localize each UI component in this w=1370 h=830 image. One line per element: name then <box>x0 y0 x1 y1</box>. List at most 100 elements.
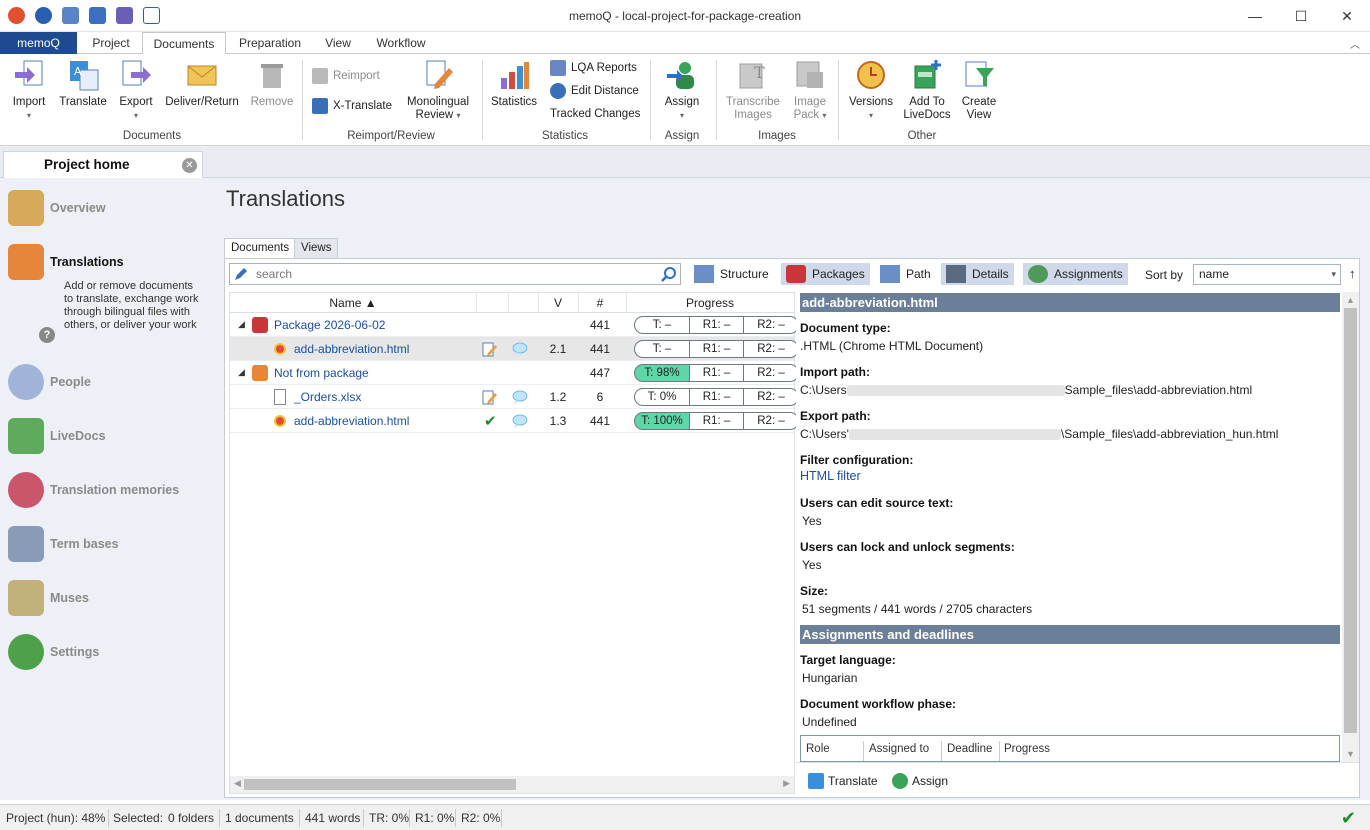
sidebar-item-translation-memories[interactable]: Translation memories <box>8 472 179 508</box>
row-count: 441 <box>589 318 611 332</box>
structure-toggle[interactable]: Structure <box>689 263 774 285</box>
footer-assign-button[interactable]: Assign <box>892 773 948 789</box>
sidebar-item-translations[interactable]: Translations <box>8 244 124 280</box>
details-toggle[interactable]: Details <box>941 263 1014 285</box>
sidebar-item-overview[interactable]: Overview <box>8 190 106 226</box>
ribbon: Import ▾ A Translate Export ▾ Deliver/Re… <box>0 54 1370 146</box>
scroll-right-icon[interactable]: ▶ <box>783 778 790 789</box>
translate-icon <box>808 773 824 789</box>
horizontal-scrollbar[interactable]: ◀ ▶ <box>230 776 794 793</box>
packages-icon <box>786 265 806 283</box>
deliver-return-button[interactable]: Deliver/Return <box>162 58 242 109</box>
bar-chart-icon <box>501 62 529 89</box>
tab-workflow[interactable]: Workflow <box>368 32 434 54</box>
tab-documents[interactable]: Documents <box>142 32 226 55</box>
status-words: 441 words <box>305 811 361 825</box>
minimize-button[interactable]: — <box>1232 0 1278 32</box>
status-documents: 1 documents <box>225 811 294 825</box>
filter-config-link[interactable]: HTML filter <box>800 469 861 483</box>
sidebar-item-livedocs[interactable]: LiveDocs <box>8 418 106 454</box>
translate-button[interactable]: A Translate <box>56 58 110 109</box>
tab-project-home[interactable]: Project home ✕ <box>3 151 203 179</box>
table-row[interactable]: _Orders.xlsx 1.2 6 T: 0% R1: – R2: – <box>230 385 799 409</box>
column-header-count[interactable]: # <box>580 296 620 310</box>
doc-type-value: .HTML (Chrome HTML Document) <box>800 339 984 353</box>
expand-toggle-icon[interactable]: ◢ <box>238 367 245 378</box>
target-language-value: Hungarian <box>802 671 858 685</box>
tracked-changes-button[interactable]: Tracked Changes <box>550 104 640 124</box>
statistics-button[interactable]: Statistics <box>488 58 540 109</box>
vertical-scrollbar[interactable]: ▲ ▼ <box>1342 292 1359 762</box>
expand-toggle-icon[interactable]: ◢ <box>238 319 245 330</box>
monolingual-review-button[interactable]: Monolingual Review ▾ <box>400 58 476 122</box>
transcribe-images-button[interactable]: T Transcribe Images <box>722 58 784 122</box>
lqa-reports-button[interactable]: LQA Reports <box>550 58 637 78</box>
tab-preparation[interactable]: Preparation <box>232 32 308 54</box>
scrollbar-thumb[interactable] <box>244 779 516 790</box>
reimport-button[interactable]: Reimport <box>312 66 380 86</box>
image-pack-button[interactable]: Image Pack ▾ <box>788 58 832 122</box>
remove-button[interactable]: Remove <box>248 58 296 109</box>
export-button[interactable]: Export ▾ <box>114 58 158 122</box>
chrome-html-icon <box>274 343 286 355</box>
scroll-up-icon[interactable]: ▲ <box>1346 295 1355 305</box>
table-row[interactable]: ◢ Package 2026-06-02 441 T: – R1: – R2: … <box>230 313 799 337</box>
svg-text:A: A <box>74 65 82 78</box>
search-icon[interactable] <box>660 266 677 283</box>
sidebar-item-term-bases[interactable]: Term bases <box>8 526 119 562</box>
translation-memories-icon <box>8 472 44 508</box>
group-label-reimport-review: Reimport/Review <box>347 130 435 142</box>
versions-button[interactable]: Versions ▾ <box>846 58 896 122</box>
path-toggle[interactable]: Path <box>875 263 936 285</box>
add-to-livedocs-button[interactable]: Add To LiveDocs <box>902 58 952 122</box>
table-row[interactable]: add-abbreviation.html ✔ 1.3 441 T: 100% … <box>230 409 799 433</box>
x-translate-button[interactable]: X-Translate <box>312 96 392 116</box>
close-tab-icon[interactable]: ✕ <box>182 158 197 173</box>
comment-icon <box>512 390 528 404</box>
table-row[interactable]: add-abbreviation.html 2.1 441 T: – R1: –… <box>230 337 799 361</box>
maximize-button[interactable]: ☐ <box>1278 0 1324 32</box>
search-input[interactable] <box>256 266 646 282</box>
sidebar-item-settings[interactable]: Settings <box>8 634 99 670</box>
create-view-button[interactable]: Create View <box>956 58 1002 122</box>
group-label-assign: Assign <box>664 130 700 142</box>
sidebar-item-people[interactable]: People <box>8 364 91 400</box>
edit-distance-icon <box>550 83 566 99</box>
footer-translate-button[interactable]: Translate <box>808 773 878 789</box>
filter-config-label: Filter configuration: <box>800 453 914 467</box>
status-selected: Selected: <box>113 811 164 825</box>
sort-direction-icon[interactable]: ↑ <box>1349 266 1356 281</box>
import-button[interactable]: Import ▾ <box>6 58 52 122</box>
collapse-ribbon-icon[interactable]: ︿ <box>1350 36 1360 51</box>
window-title: memoQ - local-project-for-package-creati… <box>568 9 802 23</box>
packages-toggle[interactable]: Packages <box>781 263 870 285</box>
documents-grid: Name ▲ V # Progress ◢ Package 2026-06-02… <box>229 292 799 794</box>
search-box <box>229 263 681 285</box>
scroll-left-icon[interactable]: ◀ <box>234 778 241 789</box>
column-header-progress[interactable]: Progress <box>626 296 794 310</box>
assign-button[interactable]: Assign ▾ <box>660 58 704 122</box>
close-window-button[interactable]: ✕ <box>1324 0 1370 32</box>
tab-view[interactable]: View <box>316 32 360 54</box>
scrollbar-thumb[interactable] <box>1344 308 1357 733</box>
scroll-down-icon[interactable]: ▼ <box>1346 749 1355 759</box>
table-row[interactable]: ◢ Not from package 447 T: 98% R1: – R2: … <box>230 361 799 385</box>
assignments-toggle[interactable]: Assignments <box>1023 263 1128 285</box>
progress-translation: T: 100% <box>634 412 690 430</box>
edit-distance-button[interactable]: Edit Distance <box>550 81 639 101</box>
column-header-name[interactable]: Name ▲ <box>230 296 476 310</box>
sidebar-item-muses[interactable]: Muses <box>8 580 89 616</box>
project-home-sidebar: Overview Translations Add or remove docu… <box>0 178 210 800</box>
tab-documents-sub[interactable]: Documents <box>224 238 297 259</box>
column-header-version[interactable]: V <box>538 296 578 310</box>
x-translate-icon <box>312 98 328 114</box>
help-icon[interactable]: ? <box>39 327 55 343</box>
tab-views[interactable]: Views <box>294 238 339 258</box>
sort-by-select[interactable]: name ▾ <box>1193 264 1341 285</box>
tab-memoq-app[interactable]: memoQ <box>0 32 77 54</box>
row-name: add-abbreviation.html <box>294 342 410 356</box>
details-icon <box>946 265 966 283</box>
import-icon <box>15 60 43 86</box>
tab-project[interactable]: Project <box>82 32 140 54</box>
progress-review1: R1: – <box>689 412 744 430</box>
